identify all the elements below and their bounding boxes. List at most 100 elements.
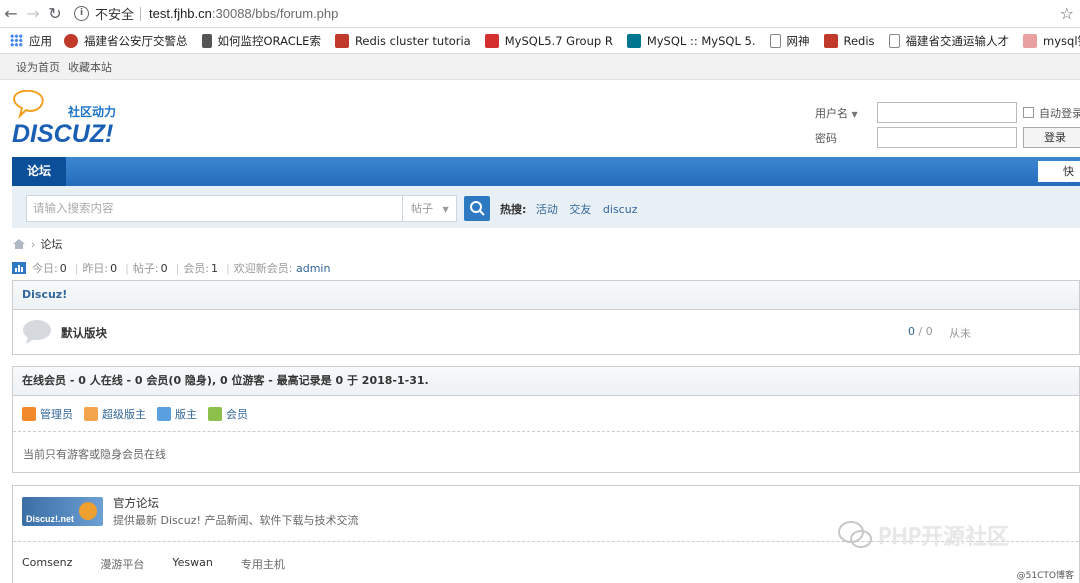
stat-label: 昨日: bbox=[82, 262, 109, 275]
forum-name-link[interactable]: 默认版块 bbox=[61, 325, 107, 341]
bookmark-label: Redis bbox=[843, 33, 875, 48]
mysql-icon bbox=[626, 33, 641, 48]
legend-member: 会员 bbox=[208, 406, 248, 422]
bookmark-item[interactable]: mysql锁 bbox=[1023, 33, 1080, 49]
forum-counts: 0 / 0 bbox=[908, 325, 933, 338]
bookmark-item[interactable]: Redis cluster tutoria bbox=[334, 33, 471, 48]
legend-label: 会员 bbox=[226, 407, 248, 421]
hot-term[interactable]: 活动 bbox=[536, 203, 558, 216]
forum-stats: 今日: 0 | 昨日: 0 | 帖子: 0 | 会员: 1 | 欢迎新会员: admin bbox=[12, 260, 330, 276]
login-form: 用户名 ▼ 自动登录 密码 登录 bbox=[815, 100, 1080, 150]
reload-icon[interactable]: ↻ bbox=[44, 4, 66, 23]
friend-link[interactable]: Yeswan bbox=[172, 556, 212, 572]
moderator-user-icon bbox=[157, 406, 171, 421]
official-forum-link[interactable]: 官方论坛 bbox=[113, 495, 159, 511]
friend-link[interactable]: 漫游平台 bbox=[100, 556, 144, 572]
legend-super-mod: 超级版主 bbox=[84, 406, 146, 422]
bookmark-item[interactable]: 福建省交通运输人才 bbox=[888, 33, 1009, 49]
newest-member-link[interactable]: admin bbox=[296, 262, 330, 275]
search-type-select[interactable]: 帖子 ▼ bbox=[402, 195, 457, 222]
stat-label: 欢迎新会员: bbox=[233, 262, 293, 275]
bookmark-label: Redis cluster tutoria bbox=[354, 33, 471, 48]
watermark: PHP开源社区 bbox=[838, 519, 1009, 551]
password-input[interactable] bbox=[877, 127, 1017, 148]
discuz-logo[interactable]: 社区动力 DISCUZ! bbox=[12, 90, 142, 148]
logo-tagline: 社区动力 bbox=[67, 104, 116, 119]
bookmark-item[interactable]: 如何监控ORACLE索 bbox=[201, 33, 321, 49]
bookmark-item[interactable]: MySQL5.7 Group R bbox=[484, 33, 613, 48]
watermark-text: PHP开源社区 bbox=[878, 525, 1010, 550]
search-button[interactable] bbox=[464, 196, 490, 221]
apps-icon bbox=[10, 34, 23, 47]
stat-posts: 0 bbox=[160, 261, 168, 275]
info-icon[interactable]: i bbox=[74, 6, 89, 21]
logo-wordmark: DISCUZ! bbox=[12, 120, 113, 148]
stat-yesterday: 0 bbox=[110, 261, 118, 275]
legend-label: 版主 bbox=[175, 407, 197, 421]
home-icon[interactable] bbox=[12, 238, 26, 250]
legend-moderator: 版主 bbox=[157, 406, 197, 422]
chevron-down-icon: ▼ bbox=[442, 205, 449, 214]
bookmark-item[interactable]: MySQL :: MySQL 5. bbox=[626, 33, 756, 48]
online-members: 在线会员 - 0 人在线 - 0 会员(0 隐身), 0 位游客 - 最高记录是… bbox=[12, 366, 1080, 473]
bookmark-label: 如何监控ORACLE索 bbox=[217, 33, 321, 48]
text-links: Comsenz 漫游平台 Yeswan 专用主机 bbox=[22, 556, 313, 572]
bookmark-star-icon[interactable]: ☆ bbox=[1060, 4, 1074, 23]
auto-login-label: 自动登录 bbox=[1039, 106, 1080, 120]
category-title[interactable]: Discuz! bbox=[13, 281, 1079, 310]
stats-chart-icon bbox=[12, 262, 26, 274]
bookmark-label: 福建省公安厅交警总 bbox=[84, 33, 188, 48]
legend-admin: 管理员 bbox=[22, 406, 73, 422]
site-icon bbox=[1023, 33, 1038, 48]
wechat-icon bbox=[838, 521, 872, 548]
breadcrumb-current[interactable]: 论坛 bbox=[40, 236, 62, 252]
hot-searches: 热搜: 活动 交友 discuz bbox=[500, 201, 645, 217]
hot-label: 热搜: bbox=[500, 203, 527, 216]
hot-term[interactable]: 交友 bbox=[569, 203, 591, 216]
bookmark-item[interactable]: 网神 bbox=[769, 33, 810, 49]
hot-term[interactable]: discuz bbox=[603, 203, 638, 216]
insecure-label: 不安全 bbox=[95, 8, 135, 23]
online-message: 当前只有游客或隐身会员在线 bbox=[23, 448, 166, 461]
legend-label: 管理员 bbox=[40, 407, 73, 421]
back-icon[interactable]: ← bbox=[0, 4, 22, 23]
legend-label: 超级版主 bbox=[102, 407, 146, 421]
auto-login-checkbox[interactable] bbox=[1023, 107, 1034, 118]
csdn-icon bbox=[484, 33, 499, 48]
quick-nav-button[interactable]: 快捷 bbox=[1038, 161, 1080, 199]
url-path: :30088/bbs/forum.php bbox=[211, 6, 339, 21]
username-input[interactable] bbox=[877, 102, 1017, 123]
bookmark-label: 网神 bbox=[786, 33, 810, 48]
forum-row: 默认版块 0 / 0 从未 bbox=[13, 310, 1079, 354]
bookmark-apps[interactable]: 应用 bbox=[10, 33, 52, 49]
bookmark-item[interactable]: Redis bbox=[823, 33, 875, 48]
stat-members: 1 bbox=[211, 261, 219, 275]
login-button[interactable]: 登录 bbox=[1023, 127, 1080, 148]
super-mod-user-icon bbox=[84, 406, 98, 421]
bookmark-label: mysql锁 bbox=[1043, 33, 1080, 48]
bookmark-site-link[interactable]: 收藏本站 bbox=[68, 59, 112, 75]
member-user-icon bbox=[208, 406, 222, 421]
member-legend: 管理员 超级版主 版主 会员 bbox=[13, 396, 1079, 432]
discuz-net-badge[interactable]: Discuz!.net bbox=[22, 497, 103, 526]
bookmarks-bar: 应用 福建省公安厅交警总 如何监控ORACLE索 Redis cluster t… bbox=[0, 28, 1080, 54]
forward-icon[interactable]: → bbox=[22, 4, 44, 23]
search-input[interactable]: 请输入搜索内容 bbox=[26, 195, 403, 222]
bookmark-label: 应用 bbox=[29, 33, 52, 48]
bookmark-item[interactable]: 福建省公安厅交警总 bbox=[64, 33, 188, 49]
password-label: 密码 bbox=[815, 131, 837, 145]
bookmark-label: MySQL5.7 Group R bbox=[504, 33, 613, 48]
official-forum-desc: 提供最新 Discuz! 产品新闻、软件下载与技术交流 bbox=[113, 514, 359, 527]
username-label[interactable]: 用户名 ▼ bbox=[815, 105, 877, 121]
badge-swirl-icon bbox=[79, 502, 97, 520]
friend-link[interactable]: 专用主机 bbox=[241, 556, 285, 572]
url-host: test.fjhb.cn bbox=[149, 6, 212, 21]
friend-link[interactable]: Comsenz bbox=[22, 556, 72, 572]
breadcrumb: › 论坛 bbox=[12, 236, 62, 252]
tab-forum[interactable]: 论坛 bbox=[12, 157, 66, 186]
breadcrumb-arrow-icon: › bbox=[31, 237, 36, 251]
set-home-link[interactable]: 设为首页 bbox=[16, 59, 60, 75]
address-bar[interactable]: i 不安全 test.fjhb.cn:30088/bbs/forum.php bbox=[74, 2, 1064, 26]
forum-posts: 0 bbox=[925, 325, 933, 338]
stat-label: 帖子: bbox=[132, 262, 159, 275]
